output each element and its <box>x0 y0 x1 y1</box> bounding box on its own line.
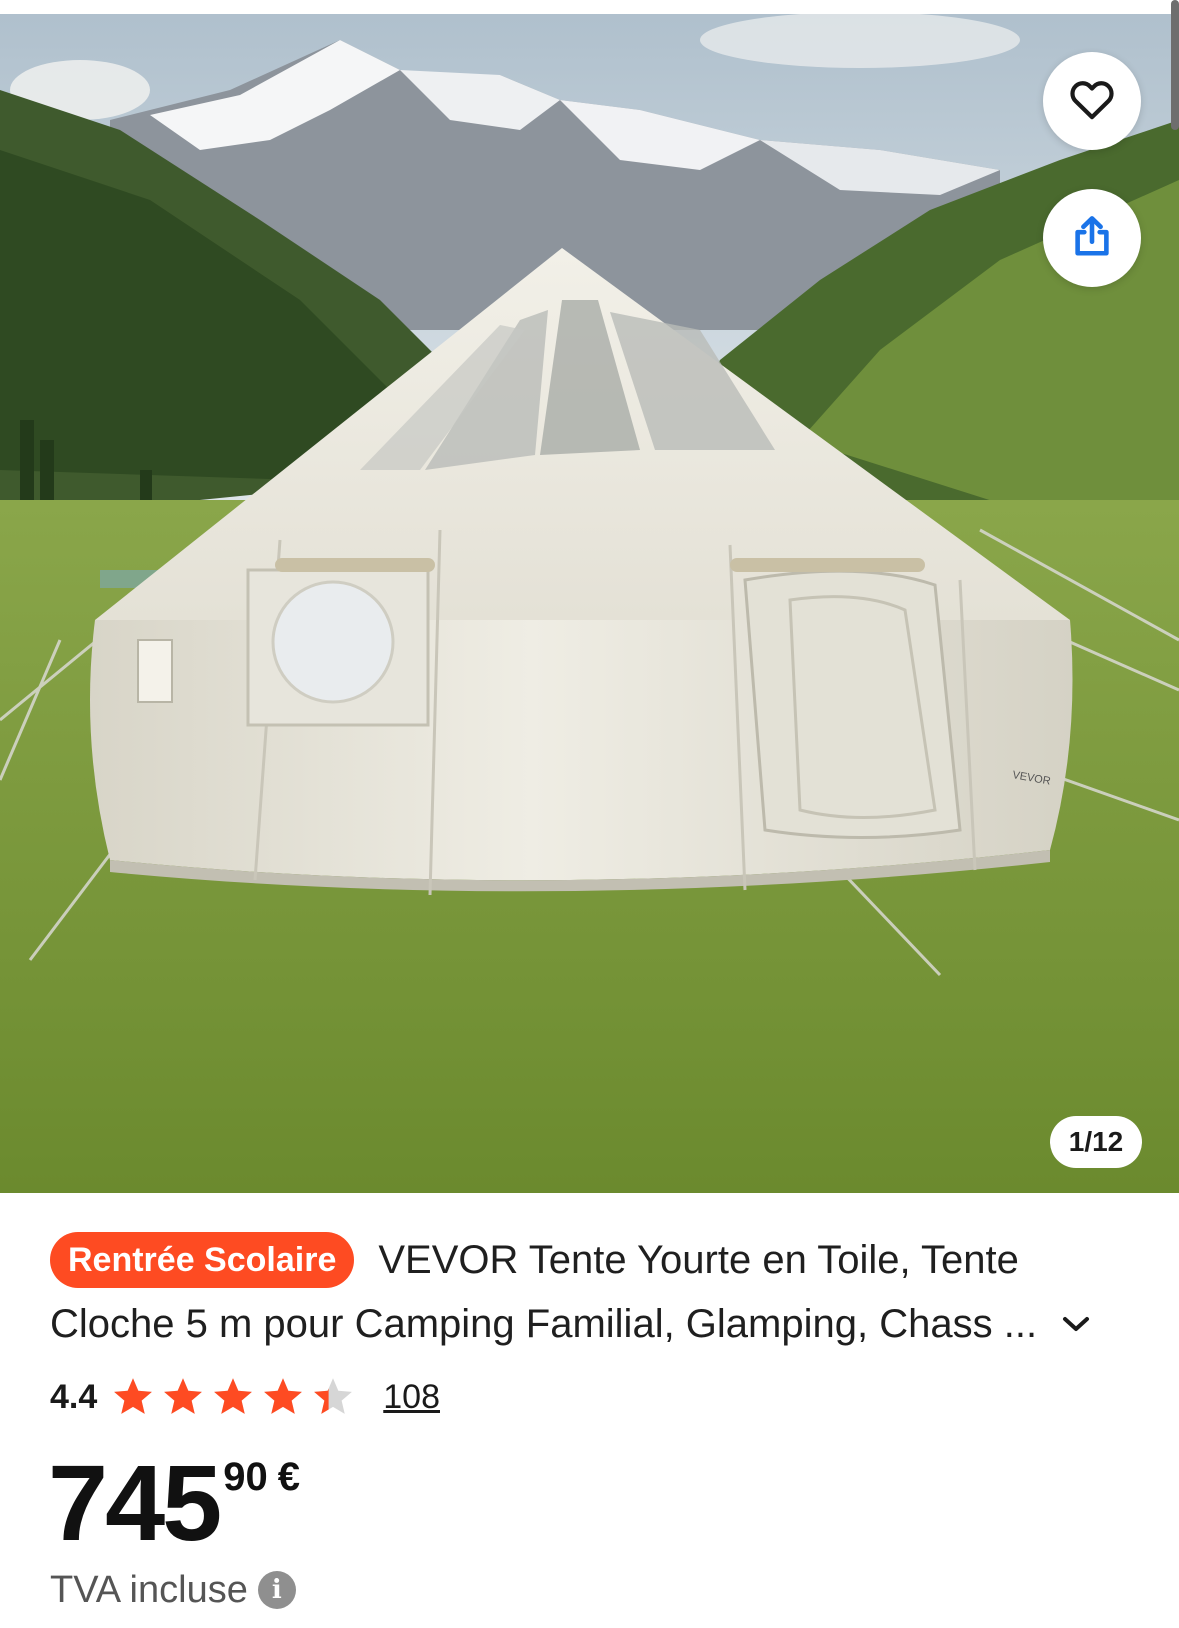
star-icon <box>314 1378 353 1414</box>
title-text-line-2: Cloche 5 m pour Camping Familial, Glampi… <box>50 1292 1050 1356</box>
price-decimal: 90 <box>223 1455 268 1499</box>
product-title[interactable]: Rentrée Scolaire VEVOR Tente Yourte en T… <box>50 1228 1125 1356</box>
review-count-link[interactable]: 108 <box>383 1378 440 1417</box>
title-text-line-1: VEVOR Tente Yourte en Toile, Tente <box>378 1238 1019 1282</box>
chevron-down-icon <box>1063 1317 1089 1331</box>
title-line-2: Cloche 5 m pour Camping Familial, Glampi… <box>50 1292 1125 1356</box>
product-page: VEVOR 1/12 Rentrée Scolaire VEVOR Tente … <box>0 0 1179 1628</box>
rating-value: 4.4 <box>50 1377 98 1416</box>
share-button[interactable] <box>1043 189 1141 287</box>
favorite-button[interactable] <box>1043 52 1141 150</box>
promo-badge: Rentrée Scolaire <box>50 1232 355 1288</box>
price-currency: € <box>277 1455 300 1499</box>
star-icon <box>214 1378 253 1414</box>
star-icon <box>114 1378 153 1414</box>
price-integer: 745 <box>48 1442 222 1563</box>
share-icon <box>1069 213 1115 264</box>
expand-title-button[interactable] <box>1056 1304 1096 1344</box>
product-image-gallery[interactable]: VEVOR 1/12 <box>0 0 1179 1193</box>
image-counter: 1/12 <box>1050 1116 1142 1168</box>
star-icon <box>164 1378 203 1414</box>
rating-row[interactable]: 4.4 108 <box>50 1369 440 1425</box>
product-image[interactable]: VEVOR <box>0 0 1179 1193</box>
title-text-line-2-content: Cloche 5 m pour Camping Familial, Glampi… <box>50 1302 993 1346</box>
star-rating <box>111 1375 361 1419</box>
title-ellipsis: ... <box>1003 1302 1038 1346</box>
vat-row: TVA incluse i <box>50 1565 296 1615</box>
star-icon <box>264 1378 303 1414</box>
price: 745 90 € <box>48 1443 300 1563</box>
info-icon[interactable]: i <box>257 1571 296 1609</box>
scroll-indicator[interactable] <box>1171 0 1179 130</box>
heart-outline-icon <box>1069 78 1115 125</box>
product-info: Rentrée Scolaire VEVOR Tente Yourte en T… <box>0 1193 1179 1628</box>
top-strip <box>0 0 1179 14</box>
vat-note: TVA incluse <box>50 1568 248 1611</box>
title-line-1: Rentrée Scolaire VEVOR Tente Yourte en T… <box>50 1228 1125 1292</box>
